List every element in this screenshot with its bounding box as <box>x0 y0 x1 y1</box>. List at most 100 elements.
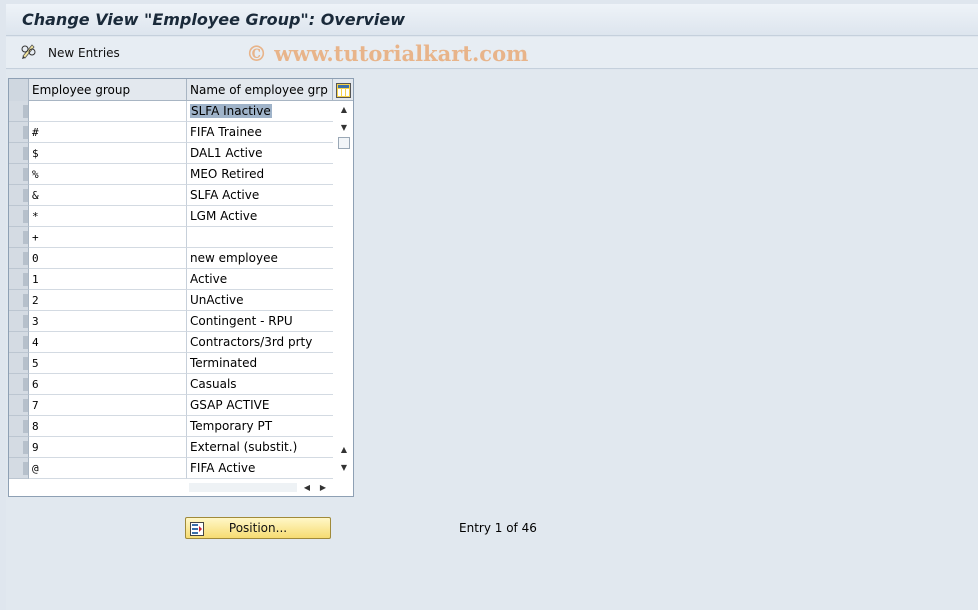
employee-group-name-cell[interactable]: FIFA Active <box>187 458 333 479</box>
employee-group-cell[interactable]: # <box>29 122 187 143</box>
employee-group-cell[interactable]: % <box>29 164 187 185</box>
employee-group-name-cell[interactable]: Contingent - RPU <box>187 311 333 332</box>
row-selector[interactable] <box>9 332 29 353</box>
employee-group-name-cell[interactable]: LGM Active <box>187 206 333 227</box>
scroll-down-arrow-icon[interactable]: ▼ <box>338 121 350 133</box>
employee-group-name-cell[interactable]: Terminated <box>187 353 333 374</box>
employee-group-cell[interactable]: * <box>29 206 187 227</box>
table-row: + <box>9 227 333 248</box>
table-row: @ FIFA Active <box>9 458 333 479</box>
table-row: * LGM Active <box>9 206 333 227</box>
row-selector[interactable] <box>9 227 29 248</box>
table-row: $ DAL1 Active <box>9 143 333 164</box>
employee-group-cell[interactable]: 5 <box>29 353 187 374</box>
row-selector[interactable] <box>9 374 29 395</box>
vertical-scrollbar[interactable]: ▲ ▼ ▲ ▼ <box>335 101 353 479</box>
employee-group-name-cell[interactable]: FIFA Trainee <box>187 122 333 143</box>
row-selector[interactable] <box>9 353 29 374</box>
table-row: 5 Terminated <box>9 353 333 374</box>
new-entries-button[interactable]: New Entries <box>16 42 124 64</box>
horizontal-scrollbar[interactable]: ◀ ▶ <box>187 479 333 496</box>
employee-group-name-cell[interactable]: External (substit.) <box>187 437 333 458</box>
scroll-right-arrow-icon[interactable]: ▶ <box>317 481 329 494</box>
table-row: 3 Contingent - RPU <box>9 311 333 332</box>
table-rows: SLFA Inactive # FIFA Trainee $ DAL1 Acti… <box>9 101 333 479</box>
position-button[interactable]: Position... <box>185 517 331 539</box>
employee-group-cell[interactable]: 8 <box>29 416 187 437</box>
table-row: # FIFA Trainee <box>9 122 333 143</box>
row-selector[interactable] <box>9 248 29 269</box>
select-all-cell[interactable] <box>9 79 29 101</box>
page-title: Change View "Employee Group": Overview <box>22 10 406 29</box>
scroll-up-arrow-icon[interactable]: ▲ <box>338 103 350 115</box>
pencil-glasses-icon <box>20 43 38 63</box>
employee-group-cell[interactable]: 9 <box>29 437 187 458</box>
row-selector[interactable] <box>9 122 29 143</box>
employee-group-name-cell[interactable]: Contractors/3rd prty <box>187 332 333 353</box>
scroll-thumb[interactable] <box>338 137 350 149</box>
employee-group-table: Employee group Name of employee grp SLFA… <box>8 78 354 497</box>
employee-group-name-cell[interactable]: Temporary PT <box>187 416 333 437</box>
employee-group-cell[interactable]: & <box>29 185 187 206</box>
employee-group-name-cell[interactable]: Casuals <box>187 374 333 395</box>
row-selector[interactable] <box>9 458 29 479</box>
column-header-employee-group[interactable]: Employee group <box>29 79 187 101</box>
table-row: 0 new employee <box>9 248 333 269</box>
employee-group-cell[interactable]: 2 <box>29 290 187 311</box>
employee-group-name-cell[interactable]: SLFA Inactive <box>187 101 333 122</box>
row-selector[interactable] <box>9 101 29 122</box>
employee-group-cell[interactable]: 3 <box>29 311 187 332</box>
employee-group-name-cell[interactable]: SLFA Active <box>187 185 333 206</box>
scroll-left-arrow-icon[interactable]: ◀ <box>301 481 313 494</box>
row-selector[interactable] <box>9 290 29 311</box>
employee-group-cell[interactable]: 7 <box>29 395 187 416</box>
table-row: % MEO Retired <box>9 164 333 185</box>
row-selector[interactable] <box>9 185 29 206</box>
employee-group-cell[interactable]: 0 <box>29 248 187 269</box>
table-row: SLFA Inactive <box>9 101 333 122</box>
row-selector[interactable] <box>9 416 29 437</box>
table-row: 2 UnActive <box>9 290 333 311</box>
row-selector[interactable] <box>9 437 29 458</box>
employee-group-name-cell[interactable]: Active <box>187 269 333 290</box>
employee-group-name-cell[interactable]: MEO Retired <box>187 164 333 185</box>
table-row: 9 External (substit.) <box>9 437 333 458</box>
selected-text: SLFA Inactive <box>190 104 272 118</box>
table-row: 8 Temporary PT <box>9 416 333 437</box>
table-row: & SLFA Active <box>9 185 333 206</box>
table-row: 4 Contractors/3rd prty <box>9 332 333 353</box>
employee-group-cell[interactable]: 6 <box>29 374 187 395</box>
position-button-label: Position... <box>228 521 288 535</box>
page-down-arrow-icon[interactable]: ▼ <box>338 461 350 473</box>
employee-group-name-cell[interactable] <box>187 227 333 248</box>
table-row: 1 Active <box>9 269 333 290</box>
title-bar: Change View "Employee Group": Overview <box>6 4 978 36</box>
row-selector[interactable] <box>9 395 29 416</box>
row-selector[interactable] <box>9 143 29 164</box>
column-config-icon[interactable] <box>333 79 353 101</box>
row-selector[interactable] <box>9 269 29 290</box>
column-header-name-of-employee-grp[interactable]: Name of employee grp <box>187 79 333 101</box>
employee-group-name-cell[interactable]: GSAP ACTIVE <box>187 395 333 416</box>
employee-group-cell[interactable]: + <box>29 227 187 248</box>
employee-group-cell[interactable] <box>29 101 187 122</box>
row-selector[interactable] <box>9 164 29 185</box>
row-selector[interactable] <box>9 206 29 227</box>
watermark: © www.tutorialkart.com <box>246 41 529 66</box>
employee-group-name-cell[interactable]: DAL1 Active <box>187 143 333 164</box>
new-entries-label: New Entries <box>48 46 120 60</box>
employee-group-cell[interactable]: 1 <box>29 269 187 290</box>
employee-group-name-cell[interactable]: UnActive <box>187 290 333 311</box>
row-selector[interactable] <box>9 311 29 332</box>
page-up-arrow-icon[interactable]: ▲ <box>338 443 350 455</box>
table-row: 7 GSAP ACTIVE <box>9 395 333 416</box>
employee-group-name-cell[interactable]: new employee <box>187 248 333 269</box>
table-header: Employee group Name of employee grp <box>9 79 353 101</box>
employee-group-cell[interactable]: 4 <box>29 332 187 353</box>
table-row: 6 Casuals <box>9 374 333 395</box>
main-content: Employee group Name of employee grp SLFA… <box>6 70 978 610</box>
employee-group-cell[interactable]: @ <box>29 458 187 479</box>
employee-group-cell[interactable]: $ <box>29 143 187 164</box>
horizontal-scroll-track[interactable] <box>189 483 297 492</box>
application-toolbar: New Entries © www.tutorialkart.com <box>6 37 978 69</box>
